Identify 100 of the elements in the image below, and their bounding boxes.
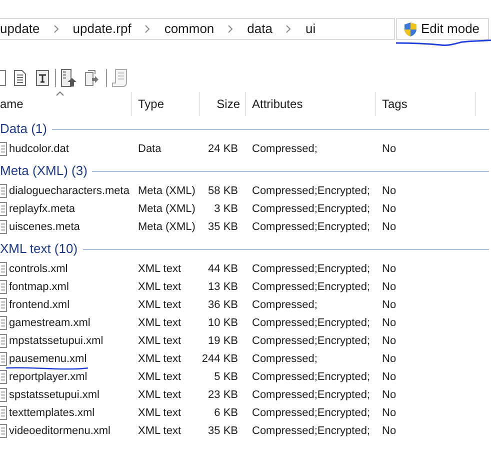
chevron-icon xyxy=(145,25,150,33)
file-type: XML text xyxy=(138,424,181,439)
file-name[interactable]: controls.xml xyxy=(9,260,68,278)
file-tags: No xyxy=(382,350,396,368)
export-icon[interactable] xyxy=(85,70,99,86)
column-header[interactable]: ame xyxy=(0,92,132,116)
file-attributes: Compressed;Encrypted; xyxy=(252,184,370,199)
file-type: Data xyxy=(138,142,162,157)
file-icon xyxy=(0,388,7,402)
file-icon xyxy=(0,370,7,384)
file-name[interactable]: videoeditormenu.xml xyxy=(9,422,110,440)
file-name[interactable]: pausemenu.xml xyxy=(9,350,87,368)
file-attributes: Compressed; xyxy=(252,142,318,157)
file-size: 58 KB xyxy=(208,184,238,199)
file-icon xyxy=(0,424,7,438)
file-tags: No xyxy=(382,278,396,296)
text-document-icon[interactable] xyxy=(14,70,26,86)
file-name[interactable]: fontmap.xml xyxy=(9,278,69,296)
file-size: 19 KB xyxy=(208,334,238,349)
file-name[interactable]: hudcolor.dat xyxy=(9,140,69,158)
file-name[interactable]: mpstatssetupui.xml xyxy=(9,332,104,350)
file-name[interactable]: gamestream.xml xyxy=(9,314,90,332)
file-type: Meta (XML) xyxy=(138,202,196,217)
file-tags: No xyxy=(382,200,396,218)
import-icon[interactable] xyxy=(61,69,77,87)
file-attributes: Compressed;Encrypted; xyxy=(252,334,370,349)
column-header[interactable]: Size xyxy=(200,92,246,116)
group-header[interactable]: Meta (XML) (3) xyxy=(0,161,88,181)
font-document-icon[interactable] xyxy=(36,70,49,86)
file-size: 36 KB xyxy=(208,298,238,313)
breadcrumb-item[interactable]: update xyxy=(0,19,40,39)
file-type: XML text xyxy=(138,334,181,349)
file-icon xyxy=(0,406,7,420)
file-attributes: Compressed;Encrypted; xyxy=(252,280,370,295)
chevron-icon xyxy=(54,25,59,33)
file-tags: No xyxy=(382,404,396,422)
column-header[interactable]: Type xyxy=(132,92,200,116)
file-attributes: Compressed;Encrypted; xyxy=(252,388,370,403)
chevron-icon xyxy=(228,25,234,33)
file-size: 35 KB xyxy=(208,424,238,439)
file-tags: No xyxy=(382,422,396,440)
file-name[interactable]: texttemplates.xml xyxy=(9,404,95,422)
file-type: XML text xyxy=(138,280,181,295)
file-icon xyxy=(0,142,7,156)
file-type: XML text xyxy=(138,262,181,277)
column-header[interactable]: Attributes xyxy=(246,92,376,116)
address-bar[interactable]: update update.rpf common data ui xyxy=(0,18,395,40)
file-attributes: Compressed;Encrypted; xyxy=(252,424,370,439)
breadcrumb-item[interactable]: common xyxy=(164,19,214,39)
file-icon xyxy=(0,334,7,348)
file-tags: No xyxy=(382,296,396,314)
file-size: 6 KB xyxy=(214,406,238,421)
file-name[interactable]: uiscenes.meta xyxy=(9,218,80,236)
file-tags: No xyxy=(382,368,396,386)
file-attributes: Compressed; xyxy=(252,298,318,313)
group-header[interactable]: XML text (10) xyxy=(0,239,78,259)
file-attributes: Compressed;Encrypted; xyxy=(252,316,370,331)
breadcrumb-item[interactable]: update.rpf xyxy=(72,19,132,39)
group-header[interactable]: Data (1) xyxy=(0,119,47,139)
breadcrumb-item[interactable]: data xyxy=(247,19,272,39)
file-size: 13 KB xyxy=(208,280,238,295)
file-type: XML text xyxy=(138,298,181,313)
file-name[interactable]: replayfx.meta xyxy=(9,200,76,218)
file-attributes: Compressed;Encrypted; xyxy=(252,370,370,385)
file-type: XML text xyxy=(138,316,181,331)
file-size: 244 KB xyxy=(202,352,238,367)
file-name[interactable]: spstatssetupui.xml xyxy=(9,386,100,404)
file-tags: No xyxy=(382,218,396,236)
file-tags: No xyxy=(382,386,396,404)
file-type: XML text xyxy=(138,352,181,367)
file-attributes: Compressed;Encrypted; xyxy=(252,220,370,235)
file-size: 10 KB xyxy=(208,316,238,331)
file-type: XML text xyxy=(138,388,181,403)
file-icon xyxy=(0,220,7,234)
column-header[interactable]: Tags xyxy=(376,92,476,116)
file-icon xyxy=(0,298,7,312)
file-icon xyxy=(0,352,7,366)
file-icon xyxy=(0,262,7,276)
edit-mode-button[interactable]: Edit mode xyxy=(396,18,489,40)
file-size: 3 KB xyxy=(214,202,238,217)
file-type: XML text xyxy=(138,406,181,421)
file-name[interactable]: reportplayer.xml xyxy=(9,368,88,386)
file-icon xyxy=(0,280,7,294)
file-type: XML text xyxy=(138,370,181,385)
file-tags: No xyxy=(382,314,396,332)
file-type: Meta (XML) xyxy=(138,184,196,199)
file-attributes: Compressed; xyxy=(252,352,318,367)
file-attributes: Compressed;Encrypted; xyxy=(252,202,370,217)
file-size: 5 KB xyxy=(214,370,238,385)
breadcrumb-item[interactable]: ui xyxy=(305,19,316,39)
file-icon xyxy=(0,316,7,330)
file-name[interactable]: frontend.xml xyxy=(9,296,70,314)
file-icon xyxy=(0,184,7,198)
file-attributes: Compressed;Encrypted; xyxy=(252,262,370,277)
file-icon xyxy=(0,202,7,216)
file-tags: No xyxy=(382,182,396,200)
file-size: 44 KB xyxy=(208,262,238,277)
file-size: 23 KB xyxy=(208,388,238,403)
file-tags: No xyxy=(382,332,396,350)
file-name[interactable]: dialoguecharacters.meta xyxy=(9,182,130,200)
